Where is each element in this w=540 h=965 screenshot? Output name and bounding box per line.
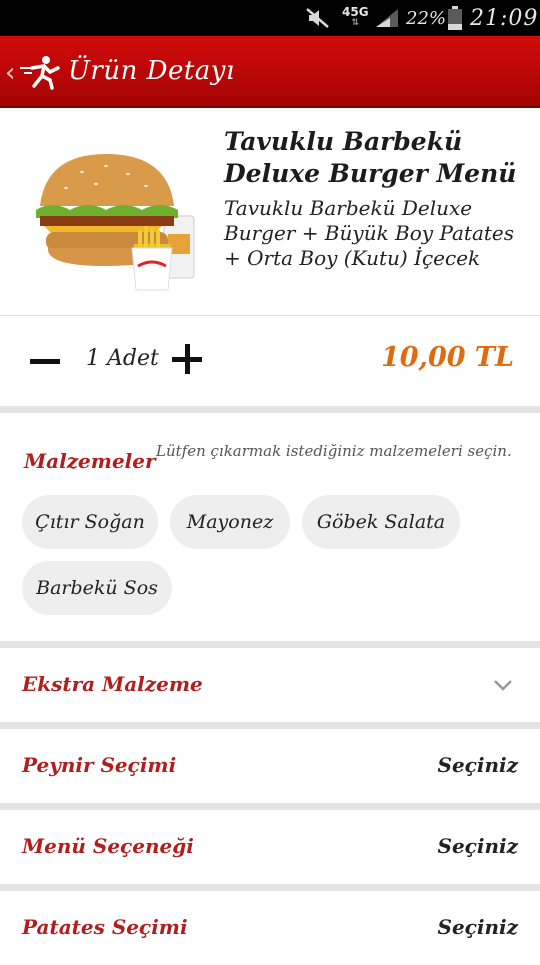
product-name: Tavuklu Barbekü Deluxe Burger Menü (224, 127, 517, 188)
battery-icon (448, 0, 462, 36)
option-select-value[interactable]: Seçiniz (438, 834, 518, 858)
ingredient-chip[interactable]: Çıtır Soğan (22, 495, 158, 549)
ingredient-chip[interactable]: Göbek Salata (302, 495, 460, 549)
divider (0, 884, 540, 891)
back-chevron-icon[interactable]: ‹ (5, 58, 15, 88)
data-arrows-icon: ⇅ (351, 18, 360, 28)
option-menu-choice[interactable]: Menü Seçeneği Seçiniz (0, 810, 540, 884)
burger-menu-image (22, 148, 202, 298)
option-select-value[interactable]: Seçiniz (438, 753, 518, 777)
option-label: Ekstra Malzeme (22, 672, 203, 696)
network-type-suffix: 5G (350, 5, 369, 19)
network-indicator: 45G ⇅ (342, 0, 369, 36)
divider (0, 803, 540, 810)
mute-icon (306, 0, 332, 36)
decrease-quantity-button[interactable] (30, 359, 60, 364)
option-cheese-selection[interactable]: Peynir Seçimi Seçiniz (0, 729, 540, 803)
ingredients-section: Malzemeler Lütfen çıkarmak istediğiniz m… (0, 413, 540, 641)
page-title: Ürün Detayı (68, 56, 235, 86)
ingredient-chip[interactable]: Mayonez (170, 495, 290, 549)
divider (0, 722, 540, 729)
increase-quantity-button[interactable] (172, 344, 202, 374)
quantity-row: 1 Adet 10,00 TL (0, 316, 540, 406)
option-extra-ingredients[interactable]: Ekstra Malzeme (0, 648, 540, 722)
option-label: Patates Seçimi (22, 915, 188, 939)
ingredients-title: Malzemeler (24, 449, 156, 473)
product-card: Tavuklu Barbekü Deluxe Burger Menü Tavuk… (0, 108, 540, 316)
product-description: Tavuklu Barbekü Deluxe Burger + Büyük Bo… (224, 196, 515, 270)
ingredient-chip[interactable]: Barbekü Sos (22, 561, 172, 615)
runner-logo-icon[interactable] (16, 54, 64, 90)
product-price: 10,00 TL (380, 342, 514, 373)
signal-icon (374, 0, 400, 36)
divider (0, 641, 540, 648)
quantity-label: 1 Adet (86, 346, 159, 371)
option-fries-selection[interactable]: Patates Seçimi Seçiniz (0, 891, 540, 965)
app-bar: ‹ Ürün Detayı (0, 36, 540, 108)
option-select-value[interactable]: Seçiniz (438, 915, 518, 939)
ingredients-hint: Lütfen çıkarmak istediğiniz malzemeleri … (156, 442, 512, 460)
option-label: Peynir Seçimi (22, 753, 177, 777)
status-bar: 45G ⇅ 22% 21:09 (0, 0, 540, 36)
clock: 21:09 (470, 5, 539, 31)
chevron-down-icon[interactable] (492, 674, 514, 696)
option-label: Menü Seçeneği (22, 834, 194, 858)
battery-percent: 22% (406, 7, 447, 29)
divider (0, 406, 540, 413)
